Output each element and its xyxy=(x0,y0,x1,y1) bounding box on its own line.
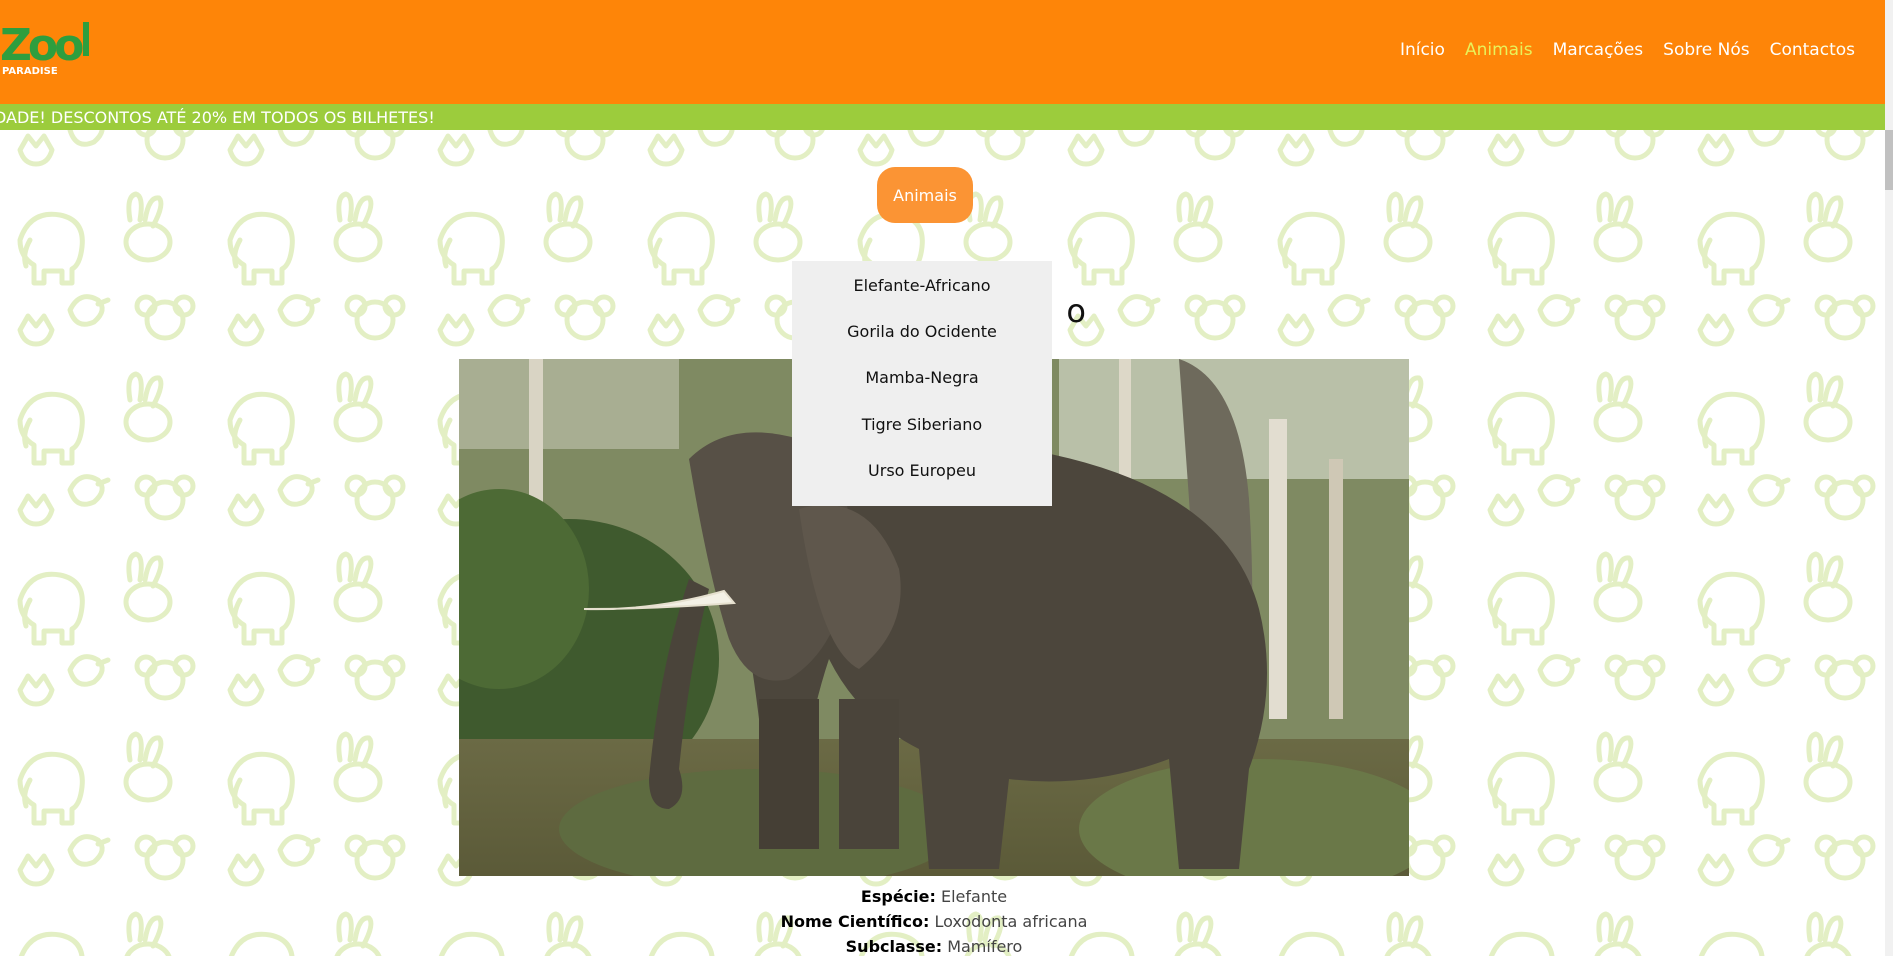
dropdown-item-mamba-negra[interactable]: Mamba-Negra xyxy=(865,367,978,413)
nav-inicio[interactable]: Início xyxy=(1400,40,1445,60)
zoo-paradise-logo[interactable]: Zoo PARADISE xyxy=(0,14,100,80)
dropdown-item-gorila-do-ocidente[interactable]: Gorila do Ocidente xyxy=(847,321,997,367)
nav-marcacoes[interactable]: Marcações xyxy=(1553,40,1644,60)
animals-dropdown-button[interactable]: Animais xyxy=(877,167,973,223)
nav-sobre-nos[interactable]: Sobre Nós xyxy=(1663,40,1749,60)
main-nav: Início Animais Marcações Sobre Nós Conta… xyxy=(1400,40,1855,60)
info-nome-cientifico: Nome Científico: Loxodonta africana xyxy=(500,909,1368,934)
especie-value: Elefante xyxy=(940,887,1008,906)
promo-ticker-text: DADE! DESCONTOS ATÉ 20% EM TODOS OS BILH… xyxy=(0,108,435,127)
subclasse-label: Subclasse: xyxy=(845,937,943,956)
dropdown-item-elefante-africano[interactable]: Elefante-Africano xyxy=(853,275,990,321)
promo-ticker: DADE! DESCONTOS ATÉ 20% EM TODOS OS BILH… xyxy=(0,104,1885,130)
cientifico-value: Loxodonta africana xyxy=(934,912,1088,931)
info-subclasse: Subclasse: Mamífero xyxy=(500,934,1368,959)
nav-contactos[interactable]: Contactos xyxy=(1770,40,1855,60)
scrollbar-thumb[interactable] xyxy=(1885,130,1893,190)
info-especie: Espécie: Elefante xyxy=(500,884,1368,909)
nav-animais[interactable]: Animais xyxy=(1465,40,1533,60)
cientifico-label: Nome Científico: xyxy=(780,912,930,931)
svg-text:PARADISE: PARADISE xyxy=(2,66,58,77)
svg-text:Zoo: Zoo xyxy=(0,20,83,71)
dropdown-item-urso-europeu[interactable]: Urso Europeu xyxy=(868,460,976,506)
subclasse-value: Mamífero xyxy=(947,937,1023,956)
animals-dropdown-menu: Elefante-Africano Gorila do Ocidente Mam… xyxy=(792,261,1052,506)
site-header: Zoo PARADISE Início Animais Marcações So… xyxy=(0,0,1885,104)
page-scrollbar[interactable] xyxy=(1885,0,1893,956)
dropdown-item-tigre-siberiano[interactable]: Tigre Siberiano xyxy=(862,414,982,460)
animal-info: Espécie: Elefante Nome Científico: Loxod… xyxy=(500,884,1368,959)
especie-label: Espécie: xyxy=(860,887,936,906)
